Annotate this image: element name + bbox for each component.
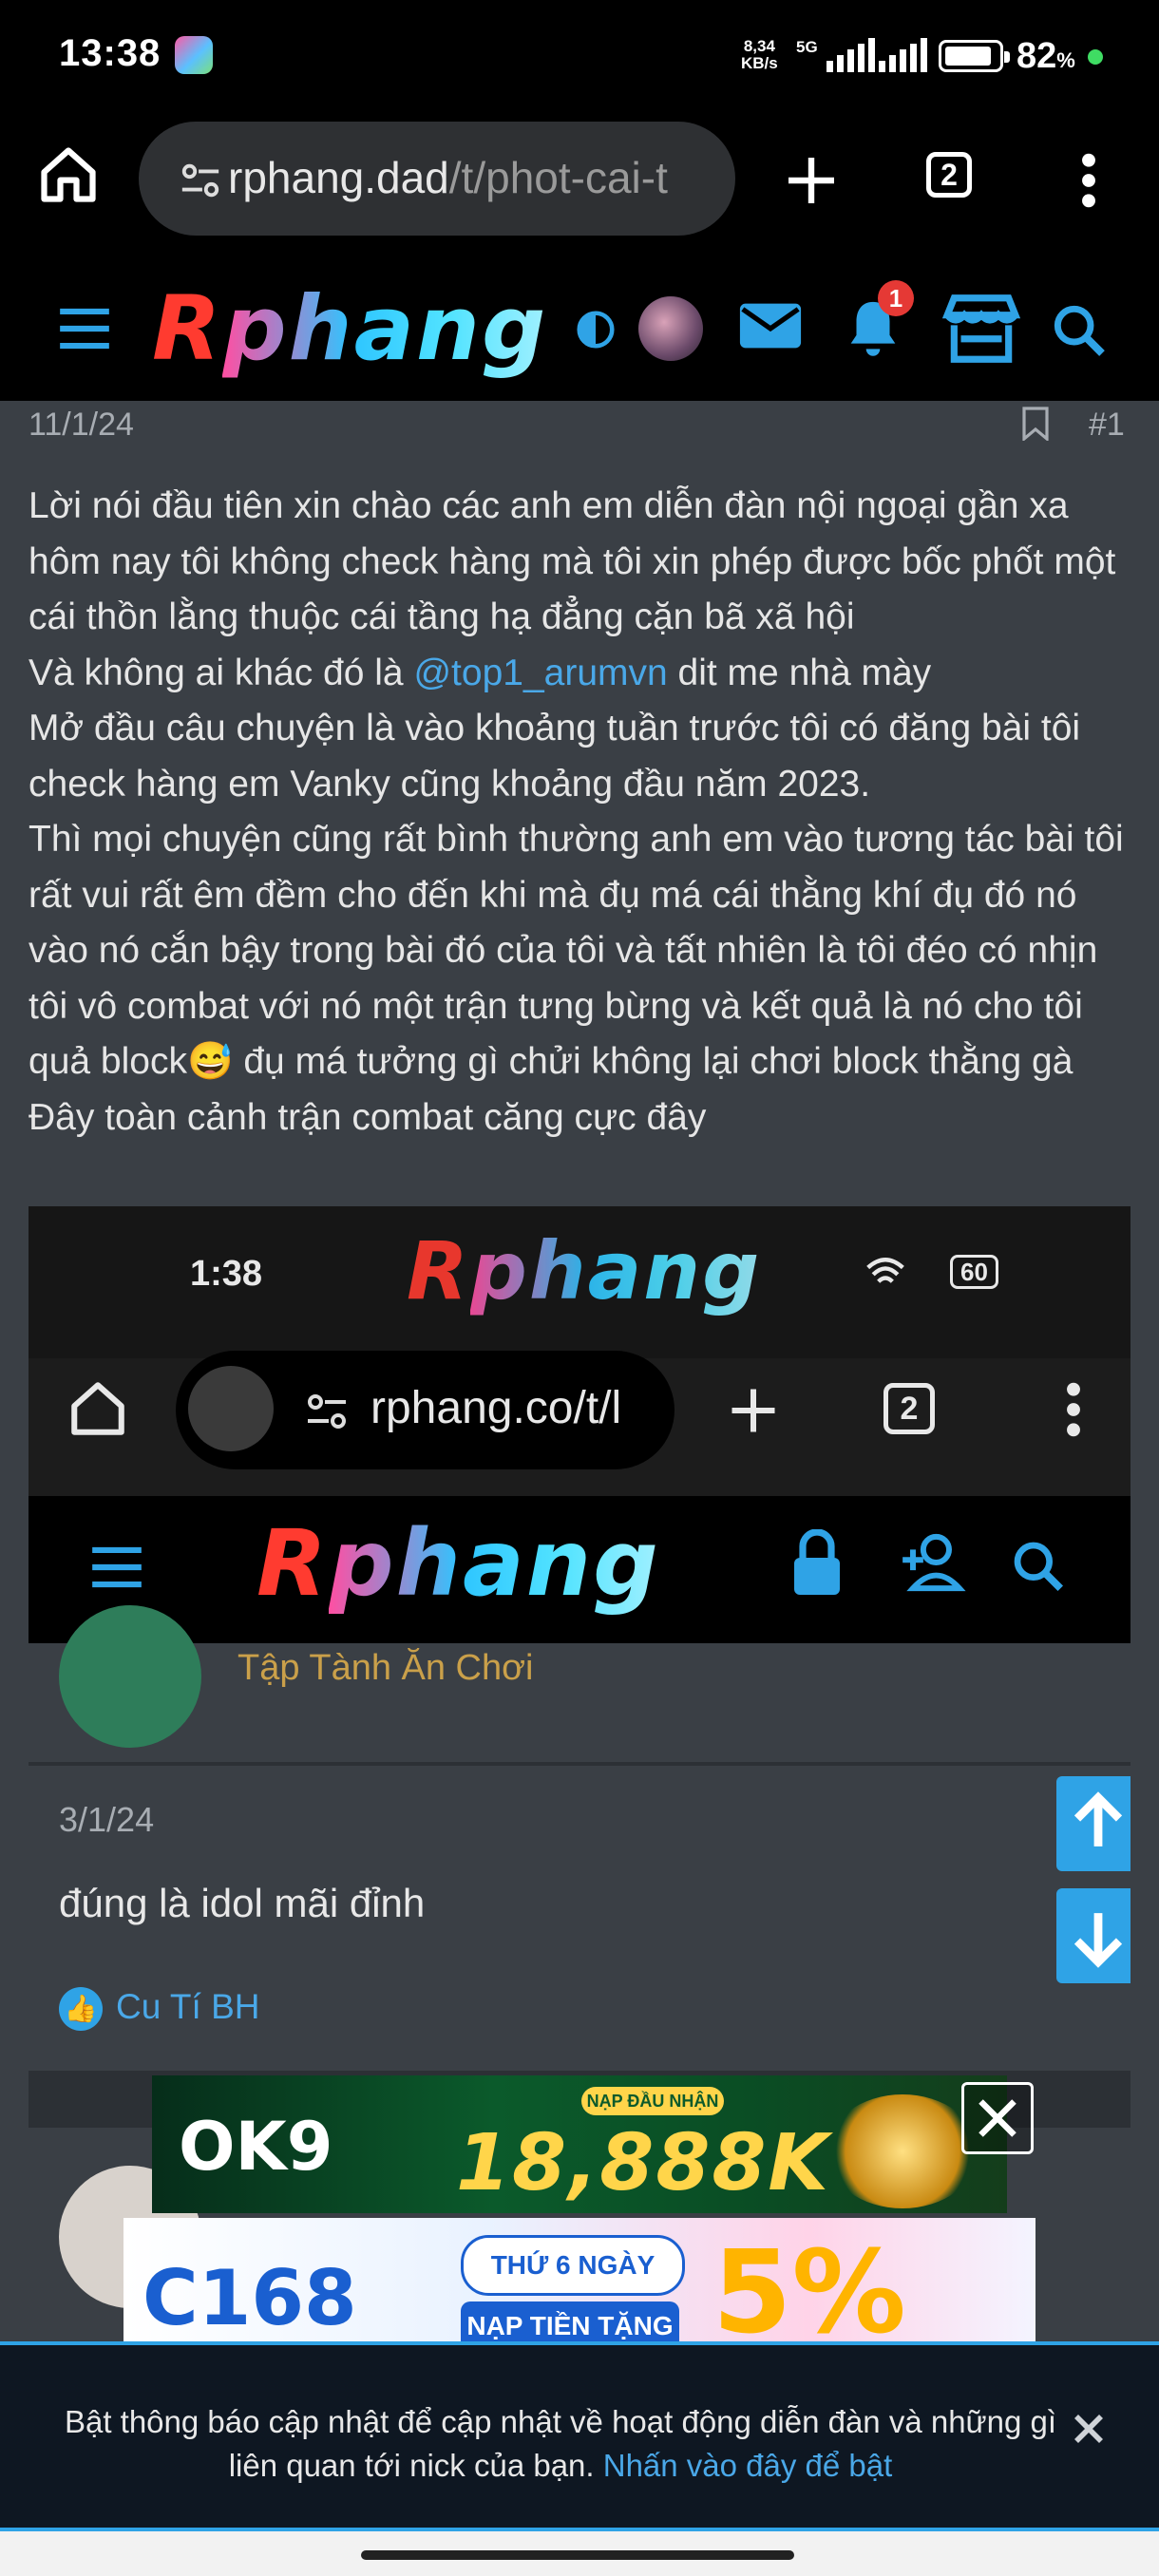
shot-incognito-icon [188, 1366, 274, 1451]
ad-ok9-brand: OK9 [179, 2108, 333, 2186]
embedded-screenshot-image[interactable]: 1:38 Rphang 60 rphang.co/t/l 2 Rphang Tậ… [28, 1206, 1130, 2360]
more-vert-icon[interactable] [1070, 150, 1108, 211]
network-type: 5G [796, 38, 818, 56]
ad-ok9-amount: 18,888K [456, 2118, 830, 2208]
ad-c168-line1: THỨ 6 NGÀY VÀNG [461, 2235, 685, 2335]
notification-badge: 1 [878, 280, 914, 316]
mail-icon[interactable] [737, 296, 804, 355]
battery-icon [939, 40, 1010, 72]
shot-prev-username: Tập Tành Ăn Chơi [238, 1648, 534, 1688]
home-icon[interactable] [36, 142, 101, 207]
ad-close-button [961, 2082, 1034, 2154]
shot-post-date: 3/1/24 [59, 1800, 155, 1839]
ad-banner-c168: C168 THỨ 6 NGÀY VÀNG NẠP TIỀN TẶNG 5% [124, 2218, 1036, 2360]
battery-percent: 82% [1016, 36, 1075, 76]
signal-icon-2 [879, 0, 936, 114]
shot-scroll-up-button [1056, 1776, 1130, 1871]
shot-more-icon [1067, 1382, 1080, 1437]
shot-battery-icon: 60 [950, 1255, 998, 1289]
search-icon[interactable] [1049, 300, 1110, 361]
ad-c168-brand: C168 [142, 2254, 357, 2342]
site-logo[interactable]: Rphang [152, 277, 547, 382]
bookmark-icon[interactable] [1022, 407, 1049, 441]
post-paragraph: Thì mọi chuyện cũng rất bình thường anh … [28, 819, 1124, 1082]
store-icon[interactable] [940, 291, 1022, 367]
net-speed: 8,34 KB/s [741, 38, 778, 72]
shot-comment-text: đúng là idol mãi đỉnh [59, 1881, 426, 1925]
shot-scroll-down-button [1056, 1888, 1130, 1983]
url-text[interactable]: rphang.dad/t/phot-cai-t [228, 152, 712, 203]
post-paragraph: Lời nói đầu tiên xin chào các anh em diễ… [28, 485, 1116, 637]
notification-banner[interactable]: Bật thông báo cập nhật để cập nhật về ho… [0, 2341, 1159, 2531]
status-bar: 13:38 8,34 KB/s 5G 82% [0, 0, 1159, 114]
shot-avatar [59, 1605, 201, 1748]
post-body: Lời nói đầu tiên xin chào các anh em diễ… [28, 479, 1140, 1146]
ad-banner-ok9: OK9 NẠP ĐẦU NHẬN 18,888K [152, 2075, 1007, 2213]
status-time: 13:38 [59, 32, 162, 74]
shot-divider [28, 1762, 1130, 1766]
shot-site-settings-icon [308, 1394, 346, 1429]
post-number[interactable]: #1 [1089, 407, 1125, 444]
ad-c168-percent: 5% [712, 2227, 906, 2359]
system-nav-bar [0, 2531, 1159, 2576]
shot-add-user-icon [902, 1533, 966, 1592]
site-settings-icon[interactable] [179, 159, 222, 202]
charging-dot-icon [1088, 49, 1103, 65]
shot-lock-icon [794, 1529, 840, 1595]
shot-wifi-icon [866, 1258, 904, 1283]
menu-icon[interactable] [55, 302, 114, 355]
signal-icon [826, 0, 884, 114]
shot-plus-icon [732, 1389, 775, 1432]
notice-text: Bật thông báo cập nhật để cập nhật về ho… [64, 2404, 1057, 2483]
shot-like-icon: 👍 [59, 1987, 103, 2031]
shot-time: 1:38 [190, 1254, 263, 1294]
app-notification-icon [175, 36, 213, 74]
emoji: 😅 [186, 1041, 234, 1082]
ad-ok9-pill: NẠP ĐẦU NHẬN [581, 2087, 724, 2115]
post-paragraph: Và không ai khác đó là @top1_arumvn dit … [28, 652, 932, 693]
net-speed-unit: KB/s [741, 54, 778, 72]
enable-notifications-link[interactable]: Nhấn vào đây để bật [603, 2448, 893, 2483]
shot-tabs-icon: 2 [884, 1383, 935, 1434]
avatar[interactable] [638, 296, 703, 361]
shot-home-icon [71, 1382, 124, 1435]
shot-url-text: rphang.co/t/l [370, 1383, 622, 1433]
new-tab-plus-icon[interactable] [781, 150, 842, 211]
post-date[interactable]: 11/1/24 [28, 407, 134, 444]
close-icon[interactable] [1064, 2404, 1113, 2453]
net-speed-value: 8,34 [743, 37, 775, 55]
ad-ok9-coins [826, 2094, 978, 2208]
shot-search-icon [1014, 1542, 1063, 1591]
theme-toggle-icon[interactable] [574, 308, 618, 351]
gesture-handle[interactable] [361, 2550, 794, 2560]
shot-menu-icon [92, 1546, 142, 1588]
tabs-button[interactable]: 2 [926, 152, 972, 198]
user-mention-link[interactable]: @top1_arumvn [413, 653, 667, 693]
post-paragraph: Mở đầu câu chuyện là vào khoảng tuần trư… [28, 708, 1081, 805]
shot-watermark-logo: Rphang [407, 1224, 762, 1317]
post-paragraph: Đây toàn cảnh trận combat căng cực đây [28, 1096, 707, 1138]
shot-reaction-user: Cu Tí BH [116, 1987, 260, 2026]
shot-site-logo: Rphang [256, 1510, 660, 1617]
